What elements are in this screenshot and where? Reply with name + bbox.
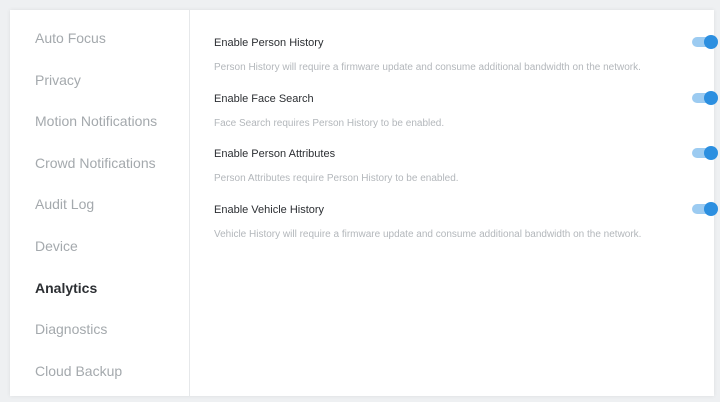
person-history-toggle[interactable] [692,35,718,49]
setting-person-history: Enable Person History Person History wil… [214,35,718,75]
sidebar-item-privacy[interactable]: Privacy [10,70,189,112]
setting-title: Enable Face Search [214,92,314,105]
setting-title: Enable Vehicle History [214,203,325,216]
face-search-toggle[interactable] [692,90,718,105]
sidebar-item-auto-focus[interactable]: Auto Focus [10,28,189,70]
setting-title: Enable Person History [214,37,324,49]
vehicle-history-toggle[interactable] [692,201,718,216]
sidebar-item-motion-notifications[interactable]: Motion Notifications [10,111,189,153]
setting-face-search: Enable Face Search Face Search requires … [214,90,718,131]
setting-description: Vehicle History will require a firmware … [214,228,642,240]
person-attributes-toggle[interactable] [692,146,718,160]
sidebar-item-analytics[interactable]: Analytics [10,278,189,320]
toggle-knob [704,35,718,49]
analytics-settings-panel: Enable Person History Person History wil… [190,10,718,396]
sidebar-item-diagnostics[interactable]: Diagnostics [10,319,189,361]
setting-description: Person History will require a firmware u… [214,62,641,73]
toggle-knob [704,201,718,216]
setting-description: Face Search requires Person History to b… [214,117,445,129]
settings-sidebar: Auto Focus Privacy Motion Notifications … [10,10,190,396]
sidebar-item-audit-log[interactable]: Audit Log [10,194,189,236]
sidebar-item-crowd-notifications[interactable]: Crowd Notifications [10,153,189,195]
setting-title: Enable Person Attributes [214,148,336,160]
setting-person-attributes: Enable Person Attributes Person Attribut… [214,146,718,186]
toggle-knob [704,146,718,160]
settings-window: Auto Focus Privacy Motion Notifications … [10,10,718,396]
sidebar-item-device[interactable]: Device [10,236,189,278]
setting-vehicle-history: Enable Vehicle History Vehicle History w… [214,201,718,242]
toggle-knob [704,90,718,105]
setting-description: Person Attributes require Person History… [214,173,459,184]
